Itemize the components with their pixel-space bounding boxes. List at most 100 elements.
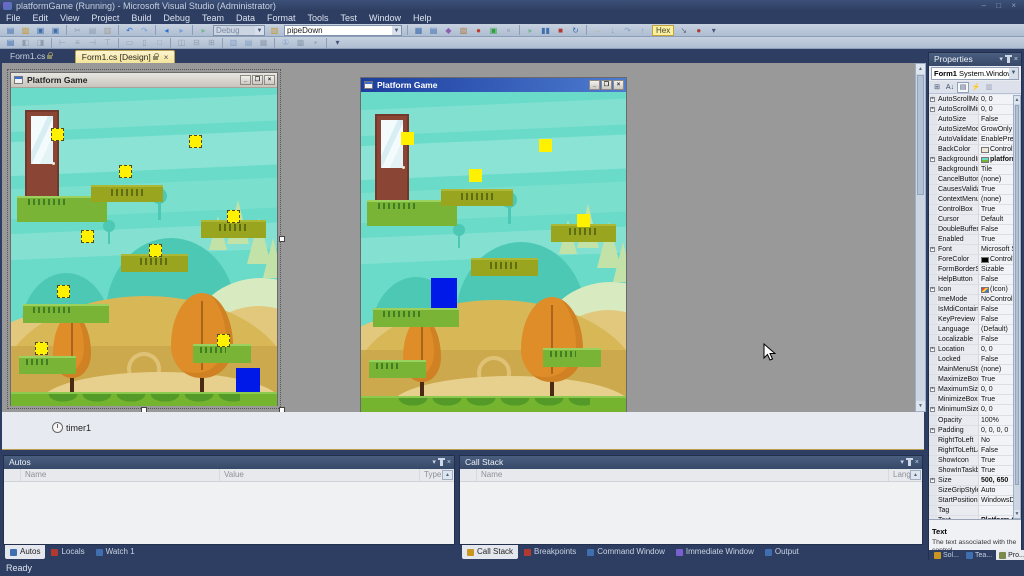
property-row[interactable]: AutoValidateEnablePreventFocusChange [929,135,1015,145]
horiz-spacing-icon[interactable]: ◫ [175,37,188,48]
property-value[interactable]: (none) [979,195,1015,204]
property-value[interactable]: True [979,185,1015,194]
menu-edit[interactable]: Edit [27,12,55,24]
menu-data[interactable]: Data [230,12,261,24]
property-value[interactable]: (Icon) [979,285,1015,294]
platform[interactable] [19,356,76,374]
stop-icon[interactable]: ■ [554,25,567,36]
categorized-icon[interactable]: ⊞ [931,82,943,93]
make-same-width-icon[interactable]: ▭ [123,37,136,48]
property-value[interactable]: 0, 0 [979,405,1015,414]
coin[interactable] [81,230,94,243]
property-row[interactable]: FormBorderStyleSizable [929,265,1015,275]
menu-test[interactable]: Test [335,12,364,24]
designer-close-button[interactable]: × [264,75,275,85]
property-row[interactable]: +AutoScrollMinSize0, 0 [929,105,1015,115]
designer-maximize-button[interactable]: ❐ [252,75,263,85]
property-row[interactable]: ShowInTaskbarTrue [929,466,1015,476]
property-row[interactable]: MainMenuStrip(none) [929,365,1015,375]
property-row[interactable]: Language(Default) [929,325,1015,335]
property-row[interactable]: BackgroundImageLayoutTile [929,165,1015,175]
navigate-forward-icon[interactable]: ▸ [175,25,188,36]
property-row[interactable]: MaximizeBoxTrue [929,375,1015,385]
property-value[interactable]: (Default) [979,325,1015,334]
snap-grid-icon[interactable]: ▦ [257,37,270,48]
designer-vertical-scrollbar[interactable]: ▲ ▼ [915,63,926,412]
scroll-thumb[interactable] [1015,105,1019,485]
chevron-down-icon[interactable]: ▼ [1009,68,1018,79]
property-row[interactable]: ForeColorControlText [929,255,1015,265]
property-value[interactable]: 0, 0 [979,345,1015,354]
property-value[interactable]: 0, 0 [979,105,1015,114]
property-row[interactable]: EnabledTrue [929,235,1015,245]
property-value[interactable]: (none) [979,365,1015,374]
property-value[interactable]: 0, 0 [979,385,1015,394]
chevron-down-icon[interactable]: ▼ [392,26,401,35]
property-row[interactable]: +FontMicrosoft Sans Serif [929,245,1015,255]
menu-debug[interactable]: Debug [157,12,196,24]
panel-tab-call-stack[interactable]: Call Stack [462,545,518,559]
property-value[interactable]: True [979,466,1015,475]
show-next-statement-icon[interactable]: → [591,25,604,36]
dropdown-icon[interactable]: ▾ [999,53,1003,66]
pin-icon[interactable] [440,460,443,466]
property-value[interactable]: Tile [979,165,1015,174]
property-value[interactable]: False [979,305,1015,314]
panel-tab-immediate-window[interactable]: Immediate Window [671,545,759,559]
property-row[interactable]: ContextMenuStrip(none) [929,195,1015,205]
title-bar[interactable]: platformGame (Running) - Microsoft Visua… [0,0,1024,12]
align-centers-icon[interactable]: ≡ [71,37,84,48]
expand-icon[interactable]: + [930,107,935,112]
panel-tab-locals[interactable]: Locals [46,545,89,559]
property-row[interactable]: CancelButton(none) [929,175,1015,185]
resize-handle-right[interactable] [279,236,285,242]
running-maximize-button[interactable]: ❐ [601,80,612,90]
menu-format[interactable]: Format [261,12,302,24]
property-value[interactable]: 500, 650 [979,476,1015,485]
panel-tab-breakpoints[interactable]: Breakpoints [519,545,581,559]
platform[interactable] [91,185,163,202]
property-value[interactable] [979,506,1015,515]
door[interactable] [25,110,59,200]
design-scene[interactable] [11,88,277,406]
open-file-icon[interactable]: ▨ [19,25,32,36]
property-row[interactable]: +Padding0, 0, 0, 0 [929,426,1015,436]
platform[interactable] [23,304,109,323]
save-all-icon[interactable]: ▣ [49,25,62,36]
property-row[interactable]: +MaximumSize0, 0 [929,385,1015,395]
property-value[interactable]: True [979,235,1015,244]
vert-spacing-icon[interactable]: ⊟ [190,37,203,48]
menu-help[interactable]: Help [407,12,438,24]
expand-icon[interactable]: + [930,478,935,483]
scroll-thumb[interactable] [917,75,924,195]
solution-configurations-combo[interactable]: Debug▼ [213,25,265,36]
add-new-item-icon[interactable]: ▤ [4,37,17,48]
property-row[interactable]: +MinimumSize0, 0 [929,405,1015,415]
redo-icon[interactable]: ↷ [138,25,151,36]
make-same-size-icon[interactable]: □ [153,37,166,48]
coin[interactable] [51,128,64,141]
expand-icon[interactable]: + [930,407,935,412]
property-value[interactable]: GrowOnly [979,125,1015,134]
coin[interactable] [119,165,132,178]
property-value[interactable]: False [979,335,1015,344]
property-value[interactable]: NoControl [979,295,1015,304]
form-title-bar[interactable]: Platform Game _❐× [11,73,277,88]
expand-icon[interactable]: + [930,287,935,292]
property-value[interactable]: 0, 0 [979,95,1015,104]
scroll-up-icon[interactable]: ▲ [916,64,925,74]
tab-form1-cs-design-[interactable]: Form1.cs [Design]× [75,50,176,63]
dropdown-icon[interactable]: ▾ [432,456,436,469]
window-controls[interactable]: – □ × [982,0,1020,12]
callstack-title-bar[interactable]: Call Stack ▾× [460,456,922,469]
coin[interactable] [57,285,70,298]
align-tops-icon[interactable]: ⊤ [101,37,114,48]
autos-title-bar[interactable]: Autos ▾× [4,456,454,469]
coin[interactable] [227,210,240,223]
expand-icon[interactable]: + [930,428,935,433]
properties-window-icon[interactable]: ▤ [427,25,440,36]
property-row[interactable]: KeyPreviewFalse [929,315,1015,325]
menu-view[interactable]: View [54,12,85,24]
property-row[interactable]: +Location0, 0 [929,345,1015,355]
new-window-icon[interactable]: ▤ [4,25,17,36]
